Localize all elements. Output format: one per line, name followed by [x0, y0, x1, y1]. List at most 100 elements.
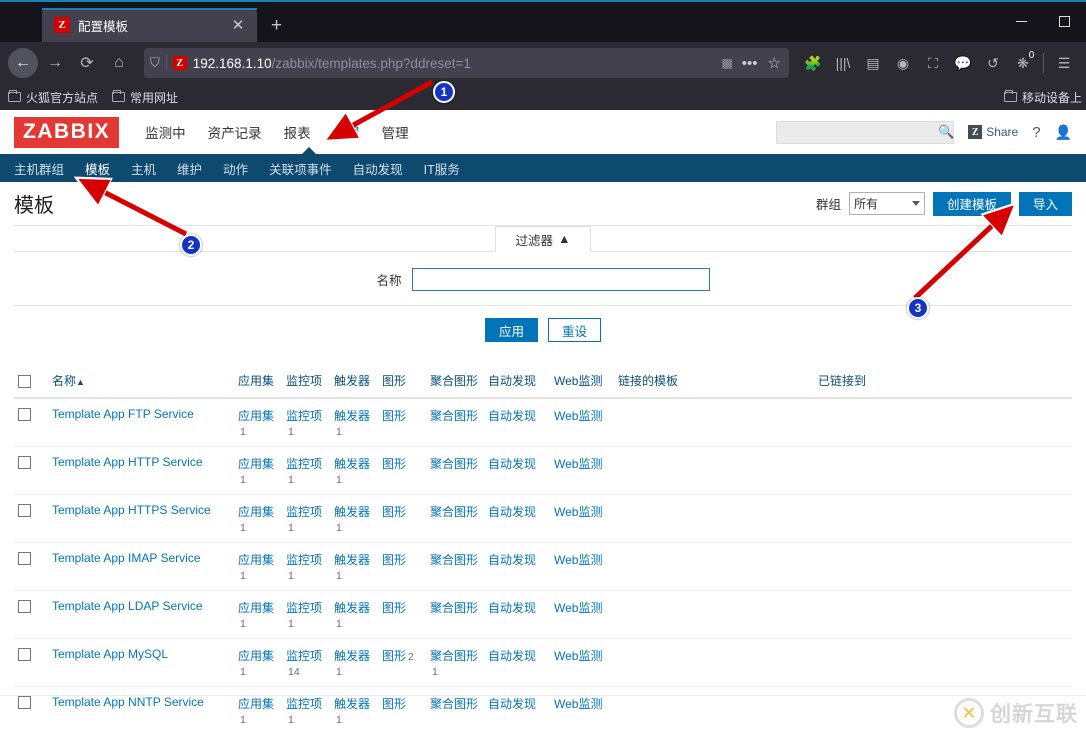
row-template-name[interactable]: Template App HTTP Service — [48, 446, 234, 495]
row-items[interactable]: 监控项 1 — [282, 686, 330, 734]
address-bar[interactable]: ⛉ Z 192.168.1.10/zabbix/templates.php?dd… — [144, 48, 789, 78]
row-web-link[interactable]: Web监测 — [554, 649, 602, 663]
row-template-name[interactable]: Template App NNTP Service — [48, 686, 234, 734]
import-button[interactable]: 导入 — [1018, 191, 1072, 216]
row-triggers-link[interactable]: 触发器 — [334, 697, 370, 711]
row-screens-link[interactable]: 聚合图形 — [430, 409, 478, 423]
row-checkbox[interactable] — [18, 600, 31, 614]
row-web-link[interactable]: Web监测 — [554, 553, 602, 567]
table-row[interactable]: Template App MySQL 应用集 1 监控项 14 触发器 1 图形 2 聚合图形 1 自… — [14, 638, 1072, 687]
share-button[interactable]: Z Share — [968, 125, 1018, 139]
row-checkbox[interactable] — [18, 504, 31, 518]
row-triggers-link[interactable]: 触发器 — [334, 601, 370, 615]
template-name-link[interactable]: Template App IMAP Service — [52, 551, 201, 565]
row-discovery[interactable]: 自动发现 — [484, 638, 550, 687]
table-row[interactable]: Template App FTP Service 应用集 1 监控项 1 触发器 1 图形 聚合… — [14, 398, 1072, 447]
nav-item-monitoring[interactable]: 监测中 — [145, 110, 186, 154]
app-menu-icon[interactable]: ☰ — [1050, 49, 1078, 77]
row-screens-link[interactable]: 聚合图形 — [430, 697, 478, 711]
row-graphs-link[interactable]: 图形 — [382, 409, 406, 423]
subnav-item-templates[interactable]: 模板 — [85, 154, 111, 182]
template-name-link[interactable]: Template App FTP Service — [52, 407, 194, 421]
global-search-box[interactable]: 🔍 — [776, 120, 954, 144]
undo-icon[interactable]: ↺ — [979, 49, 1007, 77]
bookmark-star-icon[interactable]: ☆ — [768, 54, 783, 72]
subnav-item-maintenance[interactable]: 维护 — [177, 154, 202, 182]
row-graphs-link[interactable]: 图形 — [382, 553, 406, 567]
row-graphs-link[interactable]: 图形 — [382, 697, 406, 711]
row-screens-link[interactable]: 聚合图形 — [430, 553, 478, 567]
row-triggers[interactable]: 触发器 1 — [330, 446, 378, 495]
table-row[interactable]: Template App NNTP Service 应用集 1 监控项 1 触发器 1 图形 聚… — [14, 686, 1072, 734]
template-name-link[interactable]: Template App LDAP Service — [52, 599, 203, 613]
row-triggers[interactable]: 触发器 1 — [330, 686, 378, 734]
row-triggers-link[interactable]: 触发器 — [334, 505, 370, 519]
page-actions-icon[interactable]: ••• — [738, 55, 762, 72]
reset-button[interactable]: 重设 — [548, 318, 602, 342]
window-maximize-button[interactable] — [1043, 0, 1086, 42]
new-tab-icon[interactable]: + — [257, 15, 296, 42]
row-triggers-link[interactable]: 触发器 — [334, 649, 370, 663]
window-minimize-button[interactable] — [1000, 0, 1043, 42]
row-graphs-link[interactable]: 图形 — [382, 649, 406, 663]
row-applications[interactable]: 应用集 1 — [234, 638, 282, 687]
row-web-link[interactable]: Web监测 — [554, 505, 602, 519]
row-graphs[interactable]: 图形 — [378, 686, 426, 734]
row-triggers[interactable]: 触发器 1 — [330, 542, 378, 591]
row-applications-link[interactable]: 应用集 — [238, 409, 274, 423]
bookmark-item-firefox[interactable]: 火狐官方站点 — [8, 89, 98, 106]
template-name-link[interactable]: Template App HTTP Service — [52, 455, 203, 469]
row-items-link[interactable]: 监控项 — [286, 457, 322, 471]
row-screens-link[interactable]: 聚合图形 — [430, 649, 478, 663]
template-name-link[interactable]: Template App MySQL — [52, 647, 168, 661]
header-items[interactable]: 监控项 — [282, 364, 330, 399]
row-screens-link[interactable]: 聚合图形 — [430, 457, 478, 471]
row-items[interactable]: 监控项 1 — [282, 398, 330, 447]
header-graphs[interactable]: 图形 — [378, 364, 426, 399]
row-triggers[interactable]: 触发器 1 — [330, 590, 378, 639]
filter-tab[interactable]: 过滤器 ▲ — [494, 226, 592, 252]
header-triggers[interactable]: 触发器 — [330, 364, 378, 399]
row-discovery[interactable]: 自动发现 — [484, 494, 550, 543]
row-items[interactable]: 监控项 14 — [282, 638, 330, 687]
library-icon[interactable]: |||\ — [829, 49, 857, 77]
row-graphs-link[interactable]: 图形 — [382, 505, 406, 519]
screenshot-icon[interactable]: ⛶ — [919, 49, 947, 77]
row-screens[interactable]: 聚合图形 — [426, 446, 484, 495]
row-discovery-link[interactable]: 自动发现 — [488, 649, 536, 663]
row-graphs[interactable]: 图形 — [378, 446, 426, 495]
row-applications[interactable]: 应用集 1 — [234, 446, 282, 495]
header-screens[interactable]: 聚合图形 — [426, 364, 484, 399]
row-web-link[interactable]: Web监测 — [554, 601, 602, 615]
row-triggers-link[interactable]: 触发器 — [334, 409, 370, 423]
row-discovery-link[interactable]: 自动发现 — [488, 457, 536, 471]
row-discovery[interactable]: 自动发现 — [484, 446, 550, 495]
row-screens[interactable]: 聚合图形 — [426, 542, 484, 591]
row-screens[interactable]: 聚合图形 — [426, 686, 484, 734]
row-triggers[interactable]: 触发器 1 — [330, 638, 378, 687]
row-applications-link[interactable]: 应用集 — [238, 505, 274, 519]
row-web[interactable]: Web监测 — [550, 542, 614, 591]
row-applications[interactable]: 应用集 1 — [234, 494, 282, 543]
row-triggers-link[interactable]: 触发器 — [334, 553, 370, 567]
reload-icon[interactable]: ⟳ — [72, 48, 102, 78]
row-graphs[interactable]: 图形 — [378, 494, 426, 543]
nav-item-configuration[interactable]: 配置 — [333, 110, 360, 154]
row-items-link[interactable]: 监控项 — [286, 505, 322, 519]
row-web[interactable]: Web监测 — [550, 398, 614, 447]
row-discovery[interactable]: 自动发现 — [484, 686, 550, 734]
row-template-name[interactable]: Template App MySQL — [48, 638, 234, 687]
row-items-link[interactable]: 监控项 — [286, 553, 322, 567]
row-items[interactable]: 监控项 1 — [282, 542, 330, 591]
row-graphs[interactable]: 图形 — [378, 542, 426, 591]
template-name-link[interactable]: Template App HTTPS Service — [52, 503, 211, 517]
row-screens-link[interactable]: 聚合图形 — [430, 601, 478, 615]
bluetooth-icon[interactable]: ❋ 0 — [1009, 48, 1039, 77]
header-discovery[interactable]: 自动发现 — [484, 364, 550, 399]
header-name[interactable]: 名称▲ — [48, 364, 234, 399]
row-web[interactable]: Web监测 — [550, 446, 614, 495]
row-checkbox[interactable] — [18, 696, 31, 710]
row-discovery-link[interactable]: 自动发现 — [488, 505, 536, 519]
row-web[interactable]: Web监测 — [550, 638, 614, 687]
home-icon[interactable]: ⌂ — [104, 48, 134, 78]
